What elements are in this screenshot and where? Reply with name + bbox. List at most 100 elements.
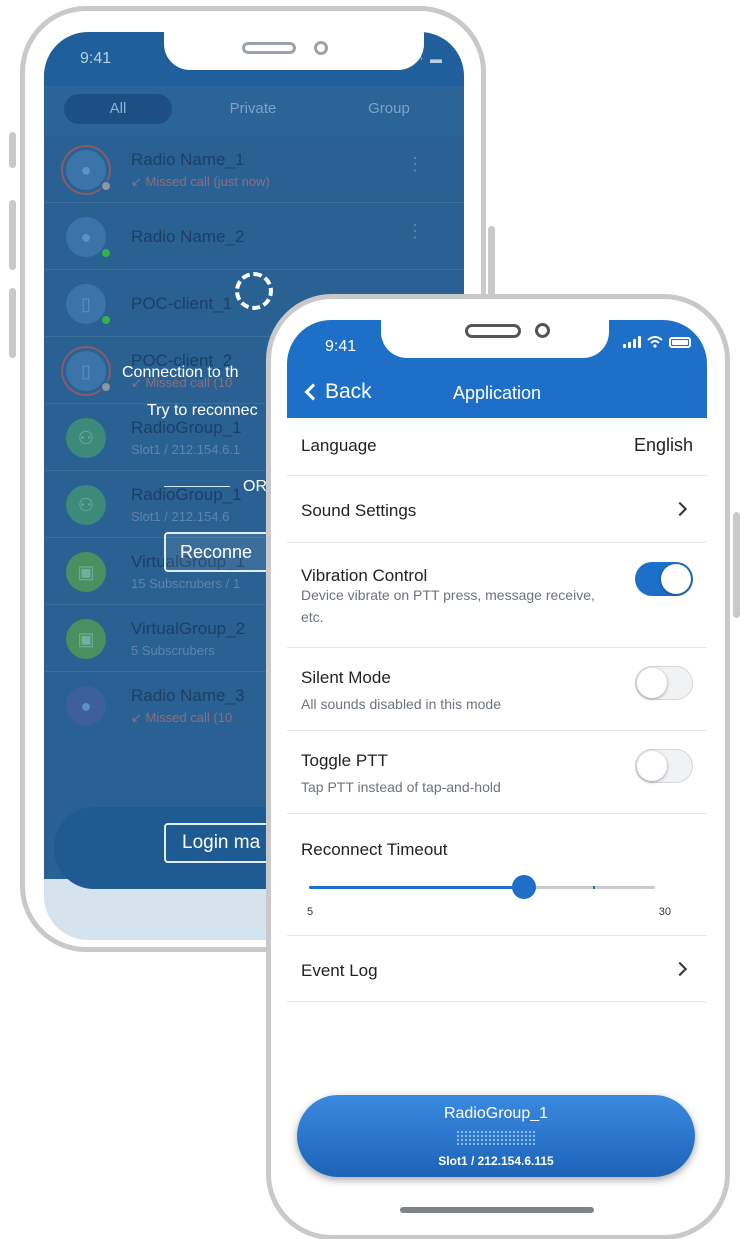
reconnect-timeout-slider[interactable] bbox=[309, 875, 655, 899]
contact-name: POC-client_1 bbox=[131, 294, 233, 313]
tab-group[interactable]: Group bbox=[344, 94, 434, 124]
contact-sub: Slot1 / 212.154.6 bbox=[131, 509, 230, 524]
group-slot: Slot1 / 212.154.6.115 bbox=[438, 1154, 554, 1168]
more-icon[interactable]: ⋮ bbox=[406, 221, 424, 242]
silent-mode-desc: All sounds disabled in this mode bbox=[301, 696, 502, 712]
slider-thumb[interactable] bbox=[511, 875, 536, 899]
back-phone-volume-up bbox=[9, 200, 16, 270]
back-phone-volume-down bbox=[9, 288, 16, 358]
toggle-knob bbox=[637, 751, 667, 781]
status-icons bbox=[623, 336, 691, 348]
status-dot bbox=[100, 314, 112, 326]
sound-settings-label: Sound Settings bbox=[301, 501, 417, 520]
contact-sub-text: Missed call (just now) bbox=[145, 174, 270, 189]
page-title: Application bbox=[287, 383, 707, 404]
language-label: Language bbox=[301, 436, 377, 455]
silent-mode-row: Silent Mode All sounds disabled in this … bbox=[287, 648, 707, 731]
toggle-knob bbox=[661, 564, 691, 594]
contact-sub-text: Missed call (10 bbox=[145, 710, 233, 725]
or-text: OR bbox=[243, 478, 267, 495]
reconnect-timeout-label: Reconnect Timeout bbox=[301, 840, 448, 859]
status-dot bbox=[100, 180, 112, 192]
home-indicator bbox=[400, 1207, 594, 1213]
event-log-label: Event Log bbox=[301, 961, 378, 980]
slider-tick bbox=[593, 886, 595, 889]
loading-spinner-icon bbox=[235, 272, 273, 310]
group-icon: ⚇ bbox=[66, 418, 106, 458]
vibration-control-label: Vibration Control bbox=[301, 566, 428, 585]
missed-call-icon: ↙ bbox=[131, 174, 146, 189]
language-row[interactable]: Language English bbox=[287, 418, 707, 476]
sound-settings-row[interactable]: Sound Settings bbox=[287, 476, 707, 543]
toggle-ptt-label: Toggle PTT bbox=[301, 751, 388, 770]
silent-mode-toggle[interactable] bbox=[635, 666, 693, 700]
chevron-right-icon bbox=[672, 501, 688, 517]
contact-sub: ↙ Missed call (just now) bbox=[131, 174, 270, 190]
group-name: RadioGroup_1 bbox=[443, 1105, 549, 1122]
signal-icon bbox=[623, 336, 641, 348]
contact-name: RadioGroup_1 bbox=[131, 418, 242, 437]
list-item[interactable]: ● Radio Name_2 ⋮ bbox=[44, 203, 464, 270]
contact-sub: ↙ Missed call (10 bbox=[131, 710, 232, 726]
virtual-group-icon: ▣ bbox=[66, 619, 106, 659]
front-phone-notch bbox=[381, 320, 609, 358]
virtual-group-icon: ▣ bbox=[66, 552, 106, 592]
page-title-text: Application bbox=[452, 383, 542, 403]
status-dot bbox=[100, 247, 112, 259]
missed-call-icon: ↙ bbox=[131, 710, 146, 725]
status-dot bbox=[100, 381, 112, 393]
contact-name: Radio Name_2 bbox=[131, 227, 245, 246]
contact-name: Radio Name_3 bbox=[131, 686, 245, 705]
tab-all[interactable]: All bbox=[64, 94, 172, 124]
front-phone-screen: 9:41 Back Application Language English S… bbox=[287, 320, 707, 1225]
speaker-grille-icon bbox=[456, 1130, 536, 1146]
connection-lost-text: Connection to th bbox=[122, 364, 239, 381]
slider-fill bbox=[309, 886, 524, 889]
toggle-ptt-toggle[interactable] bbox=[635, 749, 693, 783]
camera-icon bbox=[314, 41, 328, 55]
person-icon: ● bbox=[66, 686, 106, 726]
contact-sub: 5 Subscrubers bbox=[131, 643, 215, 658]
vibration-control-row: Vibration Control Device vibrate on PTT … bbox=[287, 543, 707, 648]
status-time: 9:41 bbox=[325, 338, 357, 355]
or-divider bbox=[164, 486, 230, 487]
toggle-ptt-row: Toggle PTT Tap PTT instead of tap-and-ho… bbox=[287, 731, 707, 814]
toggle-knob bbox=[637, 668, 667, 698]
more-icon[interactable]: ⋮ bbox=[406, 154, 424, 175]
slider-tick bbox=[445, 886, 447, 889]
wifi-icon bbox=[647, 336, 663, 348]
back-phone-power-button bbox=[488, 226, 495, 296]
contact-name: VirtualGroup_2 bbox=[131, 619, 246, 638]
back-tab-bar: All Private Group bbox=[44, 86, 464, 136]
contact-sub: Slot1 / 212.154.6.1 bbox=[131, 442, 241, 457]
toggle-ptt-desc: Tap PTT instead of tap-and-hold bbox=[301, 779, 501, 795]
back-phone-notch bbox=[164, 32, 424, 70]
back-phone-side-button bbox=[9, 132, 16, 168]
speaker-icon bbox=[465, 324, 521, 338]
retry-text: Try to reconnec bbox=[147, 402, 258, 419]
event-log-row[interactable]: Event Log bbox=[287, 936, 707, 1002]
front-phone-power-button bbox=[733, 512, 740, 618]
vibration-control-desc: Device vibrate on PTT press, message rec… bbox=[301, 587, 595, 625]
back-status-time: 9:41 bbox=[80, 50, 112, 67]
settings-list: Language English Sound Settings Vibratio… bbox=[287, 418, 707, 1002]
contact-name: RadioGroup_1 bbox=[131, 485, 242, 504]
vibration-control-toggle[interactable] bbox=[635, 562, 693, 596]
contact-name: Radio Name_1 bbox=[131, 150, 245, 169]
reconnect-timeout-row: Reconnect Timeout 5 30 bbox=[287, 814, 707, 936]
battery-icon bbox=[669, 337, 691, 348]
silent-mode-label: Silent Mode bbox=[301, 668, 391, 687]
list-item[interactable]: ● Radio Name_1 ↙ Missed call (just now) … bbox=[44, 136, 464, 203]
tab-private[interactable]: Private bbox=[204, 94, 302, 124]
chevron-right-icon bbox=[672, 961, 688, 977]
slider-tick bbox=[371, 886, 373, 889]
speaker-icon bbox=[242, 42, 296, 54]
contact-sub: 15 Subscrubers / 1 bbox=[131, 576, 241, 591]
group-icon: ⚇ bbox=[66, 485, 106, 525]
slider-max-label: 30 bbox=[658, 906, 671, 918]
ptt-group-button[interactable]: RadioGroup_1 Slot1 / 212.154.6.115 bbox=[297, 1095, 695, 1177]
stage: 9:41 ▂▄▆ ◠ ▬ All Private Group ● Radio N… bbox=[0, 0, 740, 1239]
camera-icon bbox=[535, 323, 550, 338]
language-value: English bbox=[633, 435, 693, 455]
slider-min-label: 5 bbox=[307, 906, 314, 918]
